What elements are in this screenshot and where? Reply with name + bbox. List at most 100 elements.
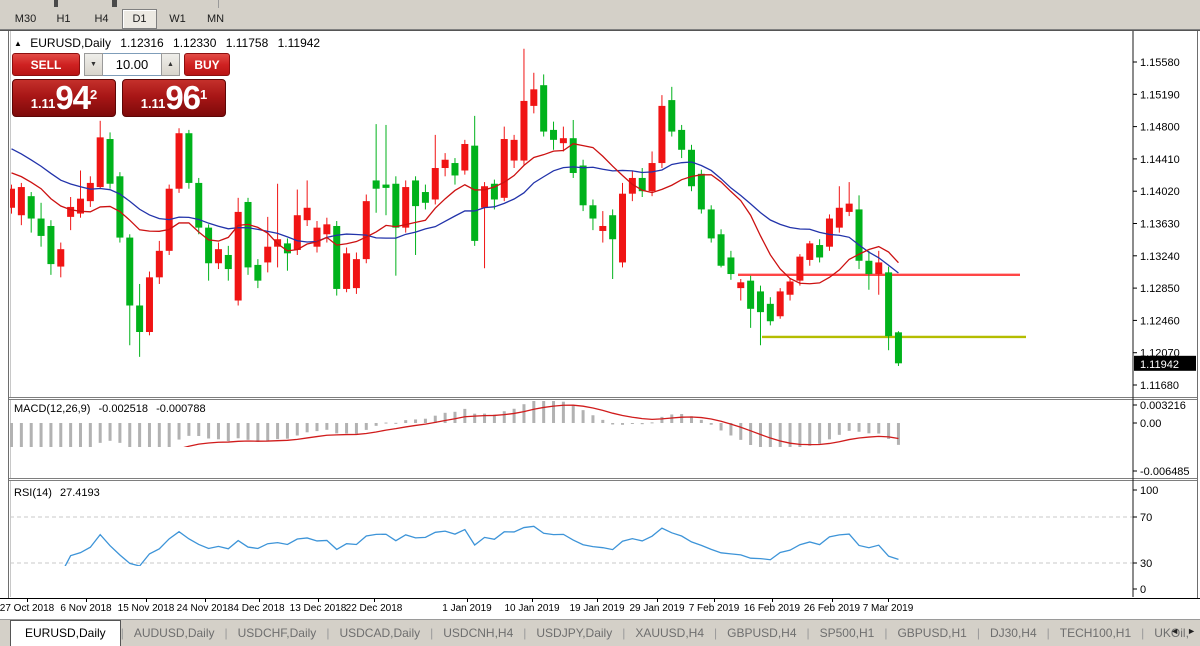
candle bbox=[116, 172, 123, 242]
timeframe-button-mn[interactable]: MN bbox=[198, 9, 233, 29]
tab-audusd-daily[interactable]: AUDUSD,Daily bbox=[124, 621, 225, 645]
macd-histogram-bar bbox=[138, 423, 141, 456]
sell-quote-button[interactable]: 1.11942 bbox=[12, 79, 116, 117]
chart-header: ▲ EURUSD,Daily 1.12316 1.12330 1.11758 1… bbox=[14, 36, 326, 50]
macd-histogram-bar bbox=[473, 414, 476, 423]
candle bbox=[215, 243, 222, 270]
volume-decrease-icon[interactable]: ▼ bbox=[84, 53, 103, 76]
date-tick bbox=[374, 599, 375, 602]
tab-gbpusd-h4[interactable]: GBPUSD,H4 bbox=[717, 621, 806, 645]
tab-dj30-h4[interactable]: DJ30,H4 bbox=[980, 621, 1047, 645]
volume-input[interactable] bbox=[103, 53, 161, 76]
candle-body-up bbox=[146, 277, 153, 332]
timeframe-button-m30[interactable]: M30 bbox=[8, 9, 43, 29]
sell-price-prefix: 1.11 bbox=[31, 94, 56, 114]
candle-body-up bbox=[796, 257, 803, 281]
tab-usdcad-daily[interactable]: USDCAD,Daily bbox=[329, 621, 430, 645]
date-axis[interactable]: 27 Oct 20186 Nov 201815 Nov 201824 Nov 2… bbox=[0, 598, 1200, 620]
macd-histogram-bar bbox=[207, 423, 210, 439]
candle-body-up bbox=[501, 139, 508, 198]
macd-histogram-bar bbox=[217, 423, 220, 439]
tab-gbpusd-h1[interactable]: GBPUSD,H1 bbox=[887, 621, 976, 645]
candle-body-up bbox=[658, 106, 665, 163]
macd-histogram-bar bbox=[641, 423, 644, 424]
volume-increase-icon[interactable]: ▲ bbox=[161, 53, 180, 76]
price-axis-label: 1.11680 bbox=[1140, 380, 1179, 392]
timeframe-button-h4[interactable]: H4 bbox=[84, 9, 119, 29]
timeframe-button-d1[interactable]: D1 bbox=[122, 9, 157, 29]
tab-tech100-h1[interactable]: TECH100,H1 bbox=[1050, 621, 1141, 645]
ohlc-high: 1.12330 bbox=[173, 36, 216, 50]
candle bbox=[856, 195, 863, 269]
candle-body-down bbox=[382, 185, 389, 188]
macd-histogram-bar bbox=[877, 423, 880, 434]
chart-window[interactable]: ▲ EURUSD,Daily 1.12316 1.12330 1.11758 1… bbox=[0, 30, 1200, 620]
date-axis-label: 4 Dec 2018 bbox=[233, 603, 284, 614]
candle bbox=[826, 214, 833, 250]
candle-body-down bbox=[136, 305, 143, 332]
macd-signal-value: -0.000788 bbox=[156, 403, 206, 415]
candle bbox=[491, 180, 498, 210]
candle bbox=[846, 182, 853, 216]
candle-body-up bbox=[156, 251, 163, 278]
macd-histogram-bar bbox=[384, 423, 387, 424]
candle bbox=[530, 73, 537, 114]
tab-scroll-left-icon[interactable]: ◄ bbox=[1170, 626, 1179, 636]
candle-body-down bbox=[757, 291, 764, 312]
date-tick bbox=[146, 599, 147, 602]
macd-histogram-bar bbox=[296, 423, 299, 435]
collapse-icon[interactable]: ▲ bbox=[14, 39, 22, 48]
candle bbox=[333, 221, 340, 296]
macd-histogram-bar bbox=[316, 423, 319, 431]
macd-histogram-bar bbox=[89, 423, 92, 449]
date-axis-label: 10 Jan 2019 bbox=[504, 603, 559, 614]
rsi-label: RSI(14) bbox=[14, 487, 52, 499]
candle bbox=[57, 243, 64, 278]
tab-usdcnh-h4[interactable]: USDCNH,H4 bbox=[433, 621, 523, 645]
candle bbox=[619, 183, 626, 267]
buy-quote-button[interactable]: 1.11961 bbox=[122, 79, 226, 117]
date-tick bbox=[772, 599, 773, 602]
price-axis-label: 1.15190 bbox=[1140, 89, 1180, 101]
candle-body-up bbox=[432, 168, 439, 199]
candle bbox=[658, 95, 665, 168]
toolbar-icon-remnant bbox=[112, 0, 117, 7]
buy-button[interactable]: BUY bbox=[184, 53, 230, 76]
tab-usdchf-daily[interactable]: USDCHF,Daily bbox=[228, 621, 327, 645]
candle bbox=[796, 254, 803, 285]
candle-body-up bbox=[97, 137, 104, 187]
candle bbox=[38, 203, 45, 247]
date-axis-label: 19 Jan 2019 bbox=[569, 603, 624, 614]
candle bbox=[787, 278, 794, 300]
candle bbox=[708, 205, 715, 242]
candle bbox=[895, 331, 902, 378]
macd-histogram-bar bbox=[621, 423, 624, 425]
macd-histogram-bar bbox=[424, 419, 427, 423]
macd-histogram-bar bbox=[808, 423, 811, 446]
candle bbox=[382, 125, 389, 215]
buy-price-point: 1 bbox=[200, 80, 207, 110]
timeframe-button-w1[interactable]: W1 bbox=[160, 9, 195, 29]
candle bbox=[235, 198, 242, 306]
macd-histogram-bar bbox=[444, 413, 447, 423]
tab-eurusd-daily[interactable]: EURUSD,Daily bbox=[10, 620, 121, 646]
tab-usdjpy-daily[interactable]: USDJPY,Daily bbox=[526, 621, 622, 645]
candle-body-down bbox=[727, 257, 734, 274]
sell-button[interactable]: SELL bbox=[12, 53, 80, 76]
candle-body-up bbox=[530, 89, 537, 106]
macd-axis-label: -0.006485 bbox=[1140, 466, 1190, 478]
tab-scroll-right-icon[interactable]: ► bbox=[1187, 626, 1196, 636]
candle bbox=[560, 127, 567, 152]
timeframe-button-h1[interactable]: H1 bbox=[46, 9, 81, 29]
candle bbox=[10, 185, 15, 214]
one-click-trading-panel: SELL ▼ ▲ BUY 1.11942 1.11961 bbox=[12, 53, 230, 117]
macd-histogram-bar bbox=[306, 423, 309, 432]
date-tick bbox=[259, 599, 260, 602]
rsi-panel[interactable] bbox=[10, 517, 1133, 583]
candle bbox=[136, 284, 143, 357]
tab-sp500-h1[interactable]: SP500,H1 bbox=[810, 621, 885, 645]
macd-histogram-bar bbox=[700, 420, 703, 423]
tab-xauusd-h4[interactable]: XAUUSD,H4 bbox=[625, 621, 714, 645]
candle bbox=[816, 239, 823, 262]
candle-body-up bbox=[875, 262, 882, 274]
